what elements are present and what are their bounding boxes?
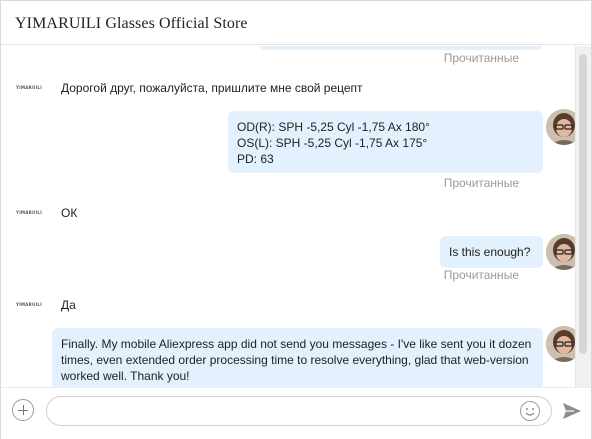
store-logo: YIMARUILI bbox=[16, 85, 43, 90]
chat-scrollbar[interactable] bbox=[575, 46, 591, 387]
message-line: OS(L): SPH -5,25 Cyl -1,75 Ax 175° bbox=[237, 136, 428, 150]
read-status: Прочитанные bbox=[443, 176, 519, 190]
user-avatar[interactable] bbox=[546, 109, 575, 145]
outgoing-message: Is this enough? bbox=[440, 236, 543, 268]
plus-circle-icon[interactable] bbox=[12, 399, 34, 421]
previous-message-bubble bbox=[259, 46, 543, 50]
send-glyph bbox=[563, 403, 581, 419]
avatar-image bbox=[546, 326, 575, 362]
outgoing-message: OD(R): SPH -5,25 Cyl -1,75 Ax 180° OS(L)… bbox=[228, 111, 543, 173]
user-avatar[interactable] bbox=[546, 234, 575, 270]
message-line: OD(R): SPH -5,25 Cyl -1,75 Ax 180° bbox=[237, 120, 430, 134]
chat-header: YIMARUILI Glasses Official Store bbox=[1, 1, 591, 45]
paper-plane-icon[interactable] bbox=[562, 402, 582, 420]
store-title: YIMARUILI Glasses Official Store bbox=[15, 15, 248, 32]
incoming-message: ОК bbox=[61, 206, 78, 220]
smiley-icon[interactable] bbox=[520, 401, 540, 421]
incoming-message: Дорогой друг, пожалуйста, пришлите мне с… bbox=[61, 81, 363, 95]
user-avatar[interactable] bbox=[546, 326, 575, 362]
incoming-message: Да bbox=[61, 298, 76, 312]
read-status: Прочитанные bbox=[443, 51, 519, 65]
avatar-image bbox=[546, 109, 575, 145]
scrollbar-thumb[interactable] bbox=[579, 54, 587, 354]
message-input[interactable] bbox=[46, 396, 552, 426]
smiley-glyph bbox=[525, 408, 535, 416]
message-text: Is this enough? bbox=[449, 245, 531, 259]
avatar-image bbox=[546, 234, 575, 270]
outgoing-message: Finally. My mobile Aliexpress app did no… bbox=[52, 328, 543, 387]
read-status: Прочитанные bbox=[443, 268, 519, 282]
message-text: Finally. My mobile Aliexpress app did no… bbox=[61, 337, 532, 383]
message-line: PD: 63 bbox=[237, 152, 274, 166]
message-list[interactable]: Прочитанные YIMARUILI Дорогой друг, пожа… bbox=[1, 46, 575, 387]
store-logo: YIMARUILI bbox=[16, 302, 43, 307]
message-composer bbox=[1, 387, 591, 439]
store-logo: YIMARUILI bbox=[16, 210, 43, 215]
chat-window: YIMARUILI Glasses Official Store Прочита… bbox=[0, 0, 592, 439]
